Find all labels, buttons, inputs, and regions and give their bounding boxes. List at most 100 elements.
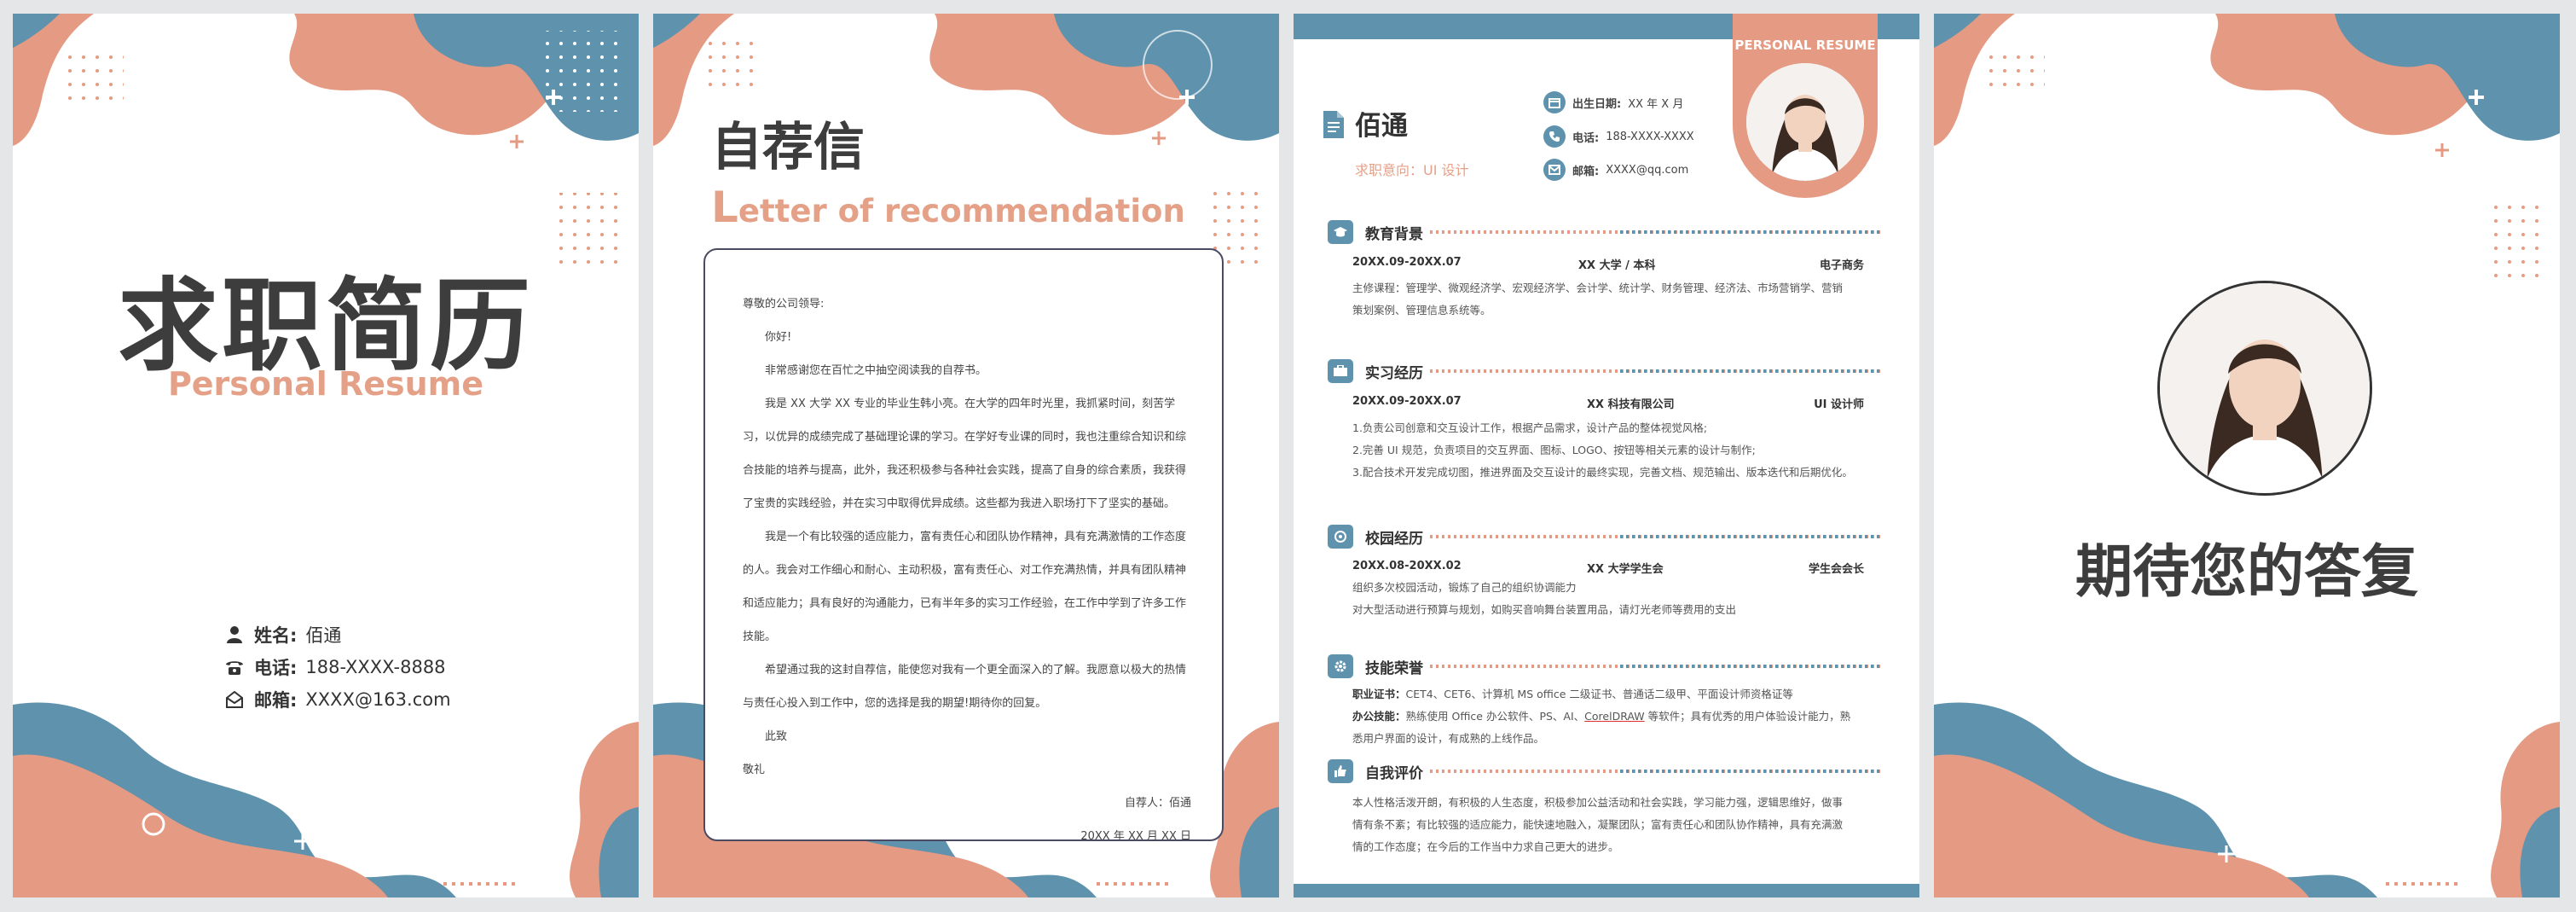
- letter-body: 尊敬的公司领导: 你好! 非常感谢您在百忙之中抽空阅读我的自荐书。 我是 XX …: [703, 248, 1224, 843]
- letter-subtitle-initial: L: [711, 183, 738, 232]
- detail-line: 2.完善 UI 规范，负责项目的交互界面、图标、LOGO、按钮等相关元素的设计与…: [1352, 444, 1756, 456]
- detail-line: 1.负责公司创意和交互设计工作，根据产品需求，设计产品的整体视觉风格;: [1352, 421, 1708, 434]
- office-text: 熟练使用 Office 办公软件、PS、AI、: [1405, 710, 1585, 723]
- letter-signer: 自荐人：佰通: [1124, 797, 1191, 810]
- cert-label: 职业证书：: [1352, 688, 1406, 700]
- phone-icon: [223, 656, 246, 678]
- detail-line: 策划案例、管理信息系统等。: [1352, 304, 1491, 317]
- letter-paragraph: 此致: [765, 730, 788, 743]
- office-label: 办公技能：: [1352, 710, 1406, 723]
- info-label: 出生日期:: [1572, 97, 1622, 111]
- resume-page: PERSONAL RESUME 佰通 求职意向：UI 设计 出生日期: XX 年…: [1294, 14, 1919, 897]
- cert-text: CET4、CET6、计算机 MS office 二级证书、普通话二级甲、平面设计…: [1405, 688, 1793, 700]
- section-education: 教育背景: [1328, 219, 1882, 245]
- section-internship: 实习经历: [1328, 358, 1882, 384]
- detail-line: 情的工作态度；在今后的工作当中力求自己更大的进步。: [1352, 840, 1619, 853]
- office-text: 等软件；具有优秀的用户体验设计能力，熟: [1644, 710, 1851, 723]
- self-evaluation-details: 本人性格活泼开朗，有积极的人生态度，积极参加公益活动和社会实践，学习能力强，逻辑…: [1352, 792, 1864, 858]
- closing-page: 期待您的答复: [1934, 14, 2560, 897]
- contact-label: 电话:: [254, 658, 298, 678]
- role: 电子商务: [1819, 259, 1864, 272]
- section-divider: [1430, 535, 1882, 538]
- document-icon: [1323, 111, 1344, 138]
- section-divider: [1430, 665, 1882, 668]
- section-skills: 技能荣誉: [1328, 654, 1882, 679]
- contact-email: 邮箱: XXXX@163.com: [223, 687, 451, 712]
- letter-paragraph: 希望通过我的这封自荐信，能使您对我有一个更全面深入的了解。我愿意以极大的热情与责…: [743, 664, 1187, 710]
- letter-paragraph: 我是一个有比较强的适应能力，富有责任心和团队协作精神，具有充满激情的工作态度的人…: [743, 531, 1187, 643]
- letter-title: 自荐信: [711, 118, 865, 177]
- contact-name: 姓名: 佰通: [223, 622, 341, 648]
- organization: XX 大学学生会: [1587, 563, 1664, 576]
- section-title: 校园经历: [1365, 530, 1423, 548]
- contact-value: 188-XXXX-8888: [305, 657, 446, 677]
- section-self-evaluation: 自我评价: [1328, 758, 1882, 784]
- role: UI 设计师: [1814, 398, 1864, 411]
- cover-page: 求职简历 Personal Resume 姓名: 佰通 电话: 188-XXXX…: [13, 14, 639, 897]
- section-campus: 校园经历: [1328, 524, 1882, 549]
- letter-paragraph: 我是 XX 大学 XX 专业的毕业生韩小亮。在大学的四年时光里，我抓紧时间，刻苦…: [743, 398, 1187, 510]
- calendar-icon: [1543, 91, 1566, 113]
- detail-line: 对大型活动进行预算与规划，如购买音响舞台装置用品，请灯光老师等费用的支出: [1352, 603, 1737, 616]
- detail-line: 组织多次校园活动，锻炼了自己的组织协调能力: [1352, 581, 1577, 594]
- letter-date: 20XX 年 XX 月 XX 日: [1080, 830, 1191, 843]
- section-title: 实习经历: [1365, 364, 1423, 382]
- section-title: 技能荣誉: [1365, 659, 1423, 677]
- detail-line: 主修课程：管理学、微观经济学、宏观经济学、会计学、统计学、财务管理、经济法、市场…: [1352, 282, 1844, 294]
- thumbs-up-icon: [1328, 759, 1353, 783]
- contact-value: XXXX@163.com: [305, 689, 451, 710]
- detail-line: 3.配合技术开发完成切图，推进界面及交互设计的最终实现，完善文档、规范输出、版本…: [1352, 466, 1853, 479]
- section-divider: [1430, 369, 1882, 373]
- mail-icon: [1543, 159, 1566, 181]
- organization: XX 大学 / 本科: [1578, 259, 1656, 272]
- letter-paragraph: 非常感谢您在百忙之中抽空阅读我的自荐书。: [765, 364, 987, 377]
- office-text: 悉用户界面的设计，有成熟的上线作品。: [1352, 732, 1545, 745]
- role: 学生会会长: [1808, 563, 1864, 576]
- internship-details: 1.负责公司创意和交互设计工作，根据产品需求，设计产品的整体视觉风格; 2.完善…: [1352, 417, 1864, 484]
- detail-line: 情有条不紊；有比较强的适应能力，能快速地融入，凝聚团队；富有责任心和团队协作精神…: [1352, 818, 1844, 831]
- job-intent: 求职意向：UI 设计: [1355, 162, 1469, 178]
- contact-label: 姓名:: [254, 625, 298, 646]
- target-icon: [1328, 525, 1353, 549]
- info-label: 电话:: [1572, 131, 1600, 145]
- bottom-bar: [1294, 884, 1919, 897]
- closing-title: 期待您的答复: [2075, 538, 2418, 605]
- info-value: 188-XXXX-XXXX: [1606, 130, 1694, 143]
- graduation-cap-icon: [1328, 220, 1353, 244]
- section-divider: [1430, 230, 1882, 234]
- education-details: 主修课程：管理学、微观经济学、宏观经济学、会计学、统计学、财务管理、经济法、市场…: [1352, 277, 1864, 322]
- period: 20XX.09-20XX.07: [1352, 395, 1462, 408]
- resume-name: 佰通: [1355, 111, 1408, 142]
- contact-phone: 电话: 188-XXXX-8888: [223, 654, 446, 680]
- resume-tag: PERSONAL RESUME: [1734, 38, 1876, 53]
- cover-subtitle: Personal Resume: [167, 365, 484, 403]
- info-phone: 电话: 188-XXXX-XXXX: [1543, 125, 1694, 148]
- gear-icon: [1328, 654, 1353, 678]
- campus-details: 组织多次校园活动，锻炼了自己的组织协调能力 对大型活动进行预算与规划，如购买音响…: [1352, 577, 1864, 621]
- avatar: [1746, 63, 1864, 181]
- detail-line: 本人性格活泼开朗，有积极的人生态度，积极参加公益活动和社会实践，学习能力强，逻辑…: [1352, 796, 1844, 809]
- section-title: 自我评价: [1365, 764, 1423, 782]
- info-email: 邮箱: XXXX@qq.com: [1543, 159, 1688, 181]
- skills-details: 职业证书：CET4、CET6、计算机 MS office 二级证书、普通话二级甲…: [1352, 683, 1864, 750]
- info-value: XXXX@qq.com: [1606, 163, 1689, 177]
- organization: XX 科技有限公司: [1587, 398, 1675, 411]
- contact-label: 邮箱:: [254, 690, 298, 711]
- avatar: [2157, 281, 2372, 496]
- period: 20XX.09-20XX.07: [1352, 256, 1462, 269]
- phone-icon: [1543, 125, 1566, 148]
- letter-page: 自荐信 Letter of recommendation 尊敬的公司领导: 你好…: [653, 14, 1279, 897]
- mail-icon: [223, 688, 246, 711]
- period: 20XX.08-20XX.02: [1352, 560, 1462, 572]
- info-label: 邮箱:: [1572, 165, 1600, 178]
- info-value: XX 年 X 月: [1628, 97, 1684, 111]
- letter-subtitle: Letter of recommendation: [711, 183, 1185, 232]
- briefcase-icon: [1328, 359, 1353, 383]
- decorative-blobs: [13, 14, 639, 897]
- letter-closing: 敬礼: [743, 764, 766, 776]
- info-birth: 出生日期: XX 年 X 月: [1543, 91, 1683, 113]
- contact-value: 佰通: [305, 625, 342, 646]
- user-icon: [223, 624, 246, 646]
- letter-subtitle-rest: etter of recommendation: [738, 193, 1185, 229]
- section-divider: [1430, 770, 1882, 773]
